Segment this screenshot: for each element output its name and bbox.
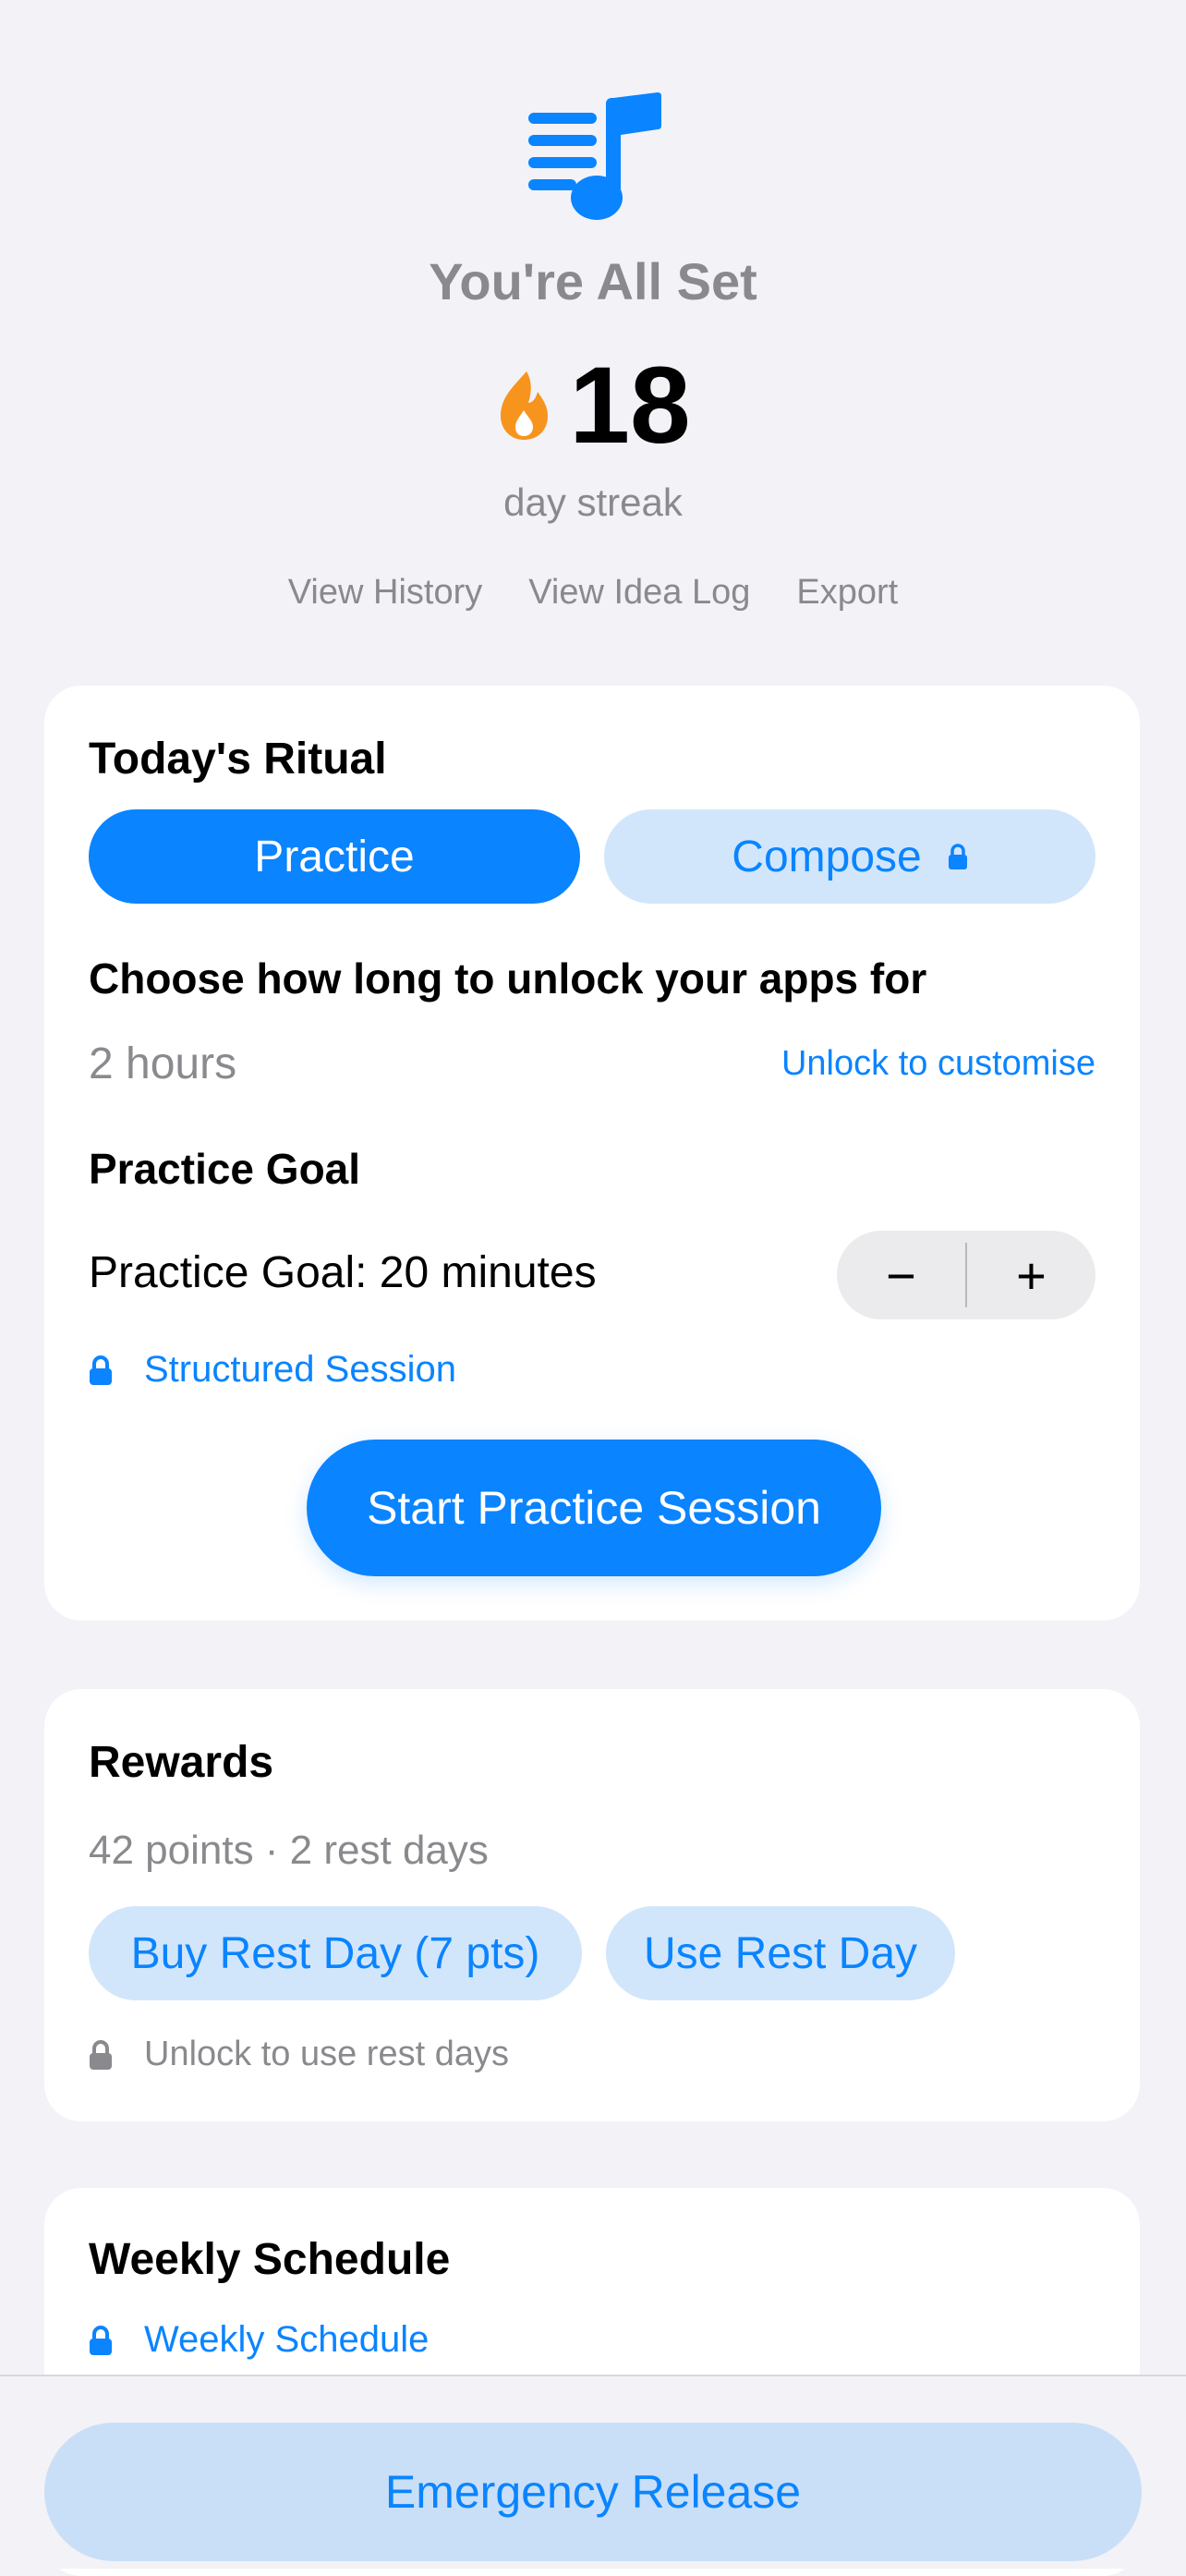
tab-practice[interactable]: Practice bbox=[89, 809, 580, 904]
view-idea-log-link[interactable]: View Idea Log bbox=[528, 573, 750, 613]
rewards-heading: Rewards bbox=[89, 1738, 274, 1787]
lock-icon bbox=[90, 2325, 112, 2355]
lock-icon bbox=[948, 844, 967, 869]
tab-compose-label: Compose bbox=[732, 832, 922, 881]
rest-days-locked-note: Unlock to use rest days bbox=[89, 2035, 509, 2074]
streak-label: day streak bbox=[503, 480, 683, 524]
practice-goal-stepper: − + bbox=[837, 1231, 1095, 1319]
decrement-button[interactable]: − bbox=[837, 1231, 965, 1319]
music-list-icon bbox=[528, 92, 661, 220]
lock-icon bbox=[90, 2039, 112, 2070]
todays-ritual-card: Today's Ritual Practice Compose Choose h… bbox=[44, 686, 1140, 1621]
weekly-schedule-row[interactable]: Weekly Schedule bbox=[89, 2319, 429, 2361]
increment-button[interactable]: + bbox=[967, 1231, 1095, 1319]
weekly-schedule-link: Weekly Schedule bbox=[144, 2319, 430, 2360]
start-practice-session-button[interactable]: Start Practice Session bbox=[307, 1440, 881, 1576]
buy-rest-day-button[interactable]: Buy Rest Day (7 pts) bbox=[89, 1906, 582, 2000]
practice-goal-title: Practice Goal bbox=[89, 1145, 361, 1193]
rest-days-locked-text: Unlock to use rest days bbox=[144, 2035, 509, 2073]
tab-compose[interactable]: Compose bbox=[604, 809, 1095, 904]
rewards-summary: 42 points · 2 rest days bbox=[89, 1828, 489, 1873]
structured-session-row[interactable]: Structured Session bbox=[89, 1349, 456, 1391]
emergency-release-button[interactable]: Emergency Release bbox=[44, 2423, 1142, 2561]
streak-display: 18 bbox=[0, 351, 1186, 460]
streak-count: 18 bbox=[569, 345, 691, 467]
flame-icon bbox=[501, 371, 549, 440]
unlock-duration-value: 2 hours bbox=[89, 1039, 237, 1088]
header-links: View History View Idea Log Export bbox=[0, 573, 1186, 613]
unlock-duration-title: Choose how long to unlock your apps for bbox=[89, 954, 927, 1002]
page-title: You're All Set bbox=[429, 252, 757, 310]
rewards-card: Rewards 42 points · 2 rest days Buy Rest… bbox=[44, 1689, 1140, 2121]
weekly-heading: Weekly Schedule bbox=[89, 2235, 451, 2284]
lock-icon bbox=[90, 1355, 112, 1385]
tab-practice-label: Practice bbox=[254, 832, 415, 881]
bottom-bar: Emergency Release bbox=[0, 2375, 1186, 2569]
structured-session-link: Structured Session bbox=[144, 1349, 456, 1390]
view-history-link[interactable]: View History bbox=[288, 573, 482, 613]
practice-goal-value: Practice Goal: 20 minutes bbox=[89, 1248, 597, 1297]
ritual-heading: Today's Ritual bbox=[89, 735, 387, 784]
use-rest-day-button[interactable]: Use Rest Day bbox=[606, 1906, 955, 2000]
export-link[interactable]: Export bbox=[796, 573, 898, 613]
unlock-to-customise-link[interactable]: Unlock to customise bbox=[781, 1044, 1095, 1084]
